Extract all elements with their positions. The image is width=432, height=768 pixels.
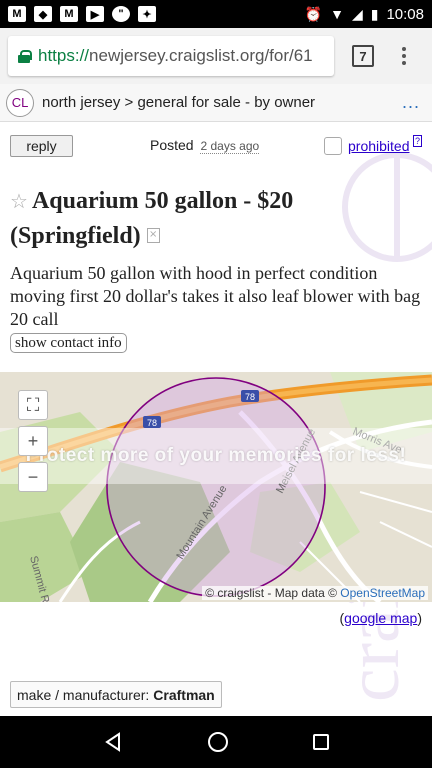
app-icon: ✦ (138, 6, 156, 22)
favorite-star-icon[interactable]: ☆ (10, 191, 28, 213)
zoom-out-icon[interactable]: − (18, 462, 48, 492)
android-nav-bar (0, 716, 432, 768)
photobucket-overlay-banner: Protect more of your memories for less! (0, 428, 432, 484)
url-text: newjersey.craigslist.org/for/61 (89, 46, 313, 65)
breadcrumb: CL north jersey > general for sale - by … (0, 84, 432, 122)
posted-info: Posted 2 days ago (150, 137, 260, 154)
craigslist-logo[interactable]: CL (6, 88, 34, 117)
gmail-icon: M (8, 6, 26, 22)
posting-location: (Springfield) (10, 223, 141, 249)
url-bar[interactable]: https://newjersey.craigslist.org/for/61 (8, 36, 334, 76)
system-icons: ⏰ ▼ ◢ ▮ 10:08 (305, 6, 424, 23)
youtube-icon: ▶ (86, 6, 104, 22)
more-menu-icon[interactable]: ... (402, 92, 426, 113)
home-icon[interactable] (207, 732, 228, 752)
posting-header-row: reply Posted 2 days ago prohibited ? (10, 135, 423, 159)
attribute-make: make / manufacturer: Craftman (10, 681, 222, 708)
highway-shield-label: 78 (245, 392, 255, 402)
breadcrumb-path[interactable]: north jersey > general for sale - by own… (42, 94, 315, 111)
alarm-icon: ⏰ (304, 5, 323, 22)
gmail-icon: M (60, 6, 78, 22)
prohibited-link[interactable]: prohibited (348, 138, 410, 154)
reply-button[interactable]: reply (10, 135, 73, 157)
posting-title: ☆ Aquarium 50 gallon - $20 (Springfield) × (10, 184, 420, 253)
recent-apps-icon[interactable] (313, 734, 330, 750)
google-map-link[interactable]: google map (344, 610, 417, 626)
posting-body: Aquarium 50 gallon with hood in perfect … (10, 263, 421, 329)
attribution-text: © craigslist - Map data © (205, 586, 337, 600)
prohibited-checkbox[interactable] (324, 137, 342, 155)
highway-shield-label: 78 (147, 418, 157, 428)
posted-date: 2 days ago (200, 139, 260, 154)
chat-icon: " (112, 6, 130, 22)
attribute-value: Craftman (153, 686, 215, 703)
posted-label: Posted (150, 137, 194, 153)
wifi-icon: ▼ (330, 6, 344, 22)
map[interactable]: 78 78 Mountain Avenue Meisel Avenue Morr… (0, 372, 432, 602)
prohibited-help-icon[interactable]: ? (413, 135, 423, 147)
overflow-menu-icon[interactable] (402, 47, 406, 65)
tab-switcher-button[interactable]: 7 (352, 45, 374, 67)
hide-posting-icon[interactable]: × (146, 227, 160, 243)
paren-close: ) (417, 610, 422, 626)
back-icon[interactable] (103, 732, 123, 752)
clock: 10:08 (386, 5, 424, 23)
status-bar: M ◆ M ▶ " ✦ ⏰ ▼ ◢ ▮ 10:08 (0, 0, 432, 28)
attribute-label: make / manufacturer: (17, 686, 150, 703)
title-text: Aquarium 50 gallon - $20 (31, 188, 294, 214)
notification-icons: M ◆ M ▶ " ✦ (8, 6, 156, 22)
map-attribution: © craigslist - Map data © OpenStreetMap (202, 586, 428, 600)
signal-icon: ◢ (351, 5, 363, 22)
zoom-in-icon[interactable]: + (18, 426, 48, 456)
openstreetmap-link[interactable]: OpenStreetMap (340, 586, 425, 600)
fullscreen-icon[interactable]: ⛶ (18, 390, 48, 420)
url-scheme: https:// (38, 46, 90, 65)
lock-icon (18, 49, 32, 63)
posting-content: craigslist reply Posted 2 days ago prohi… (0, 122, 432, 716)
app-icon: ◆ (34, 6, 52, 22)
show-contact-button[interactable]: show contact info (10, 333, 127, 353)
browser-toolbar: https://newjersey.craigslist.org/for/61 … (0, 28, 432, 84)
google-map-link-wrapper: (google map) (339, 610, 422, 626)
battery-icon: ▮ (370, 5, 379, 22)
map-canvas: 78 78 Mountain Avenue Meisel Avenue Morr… (0, 372, 432, 602)
